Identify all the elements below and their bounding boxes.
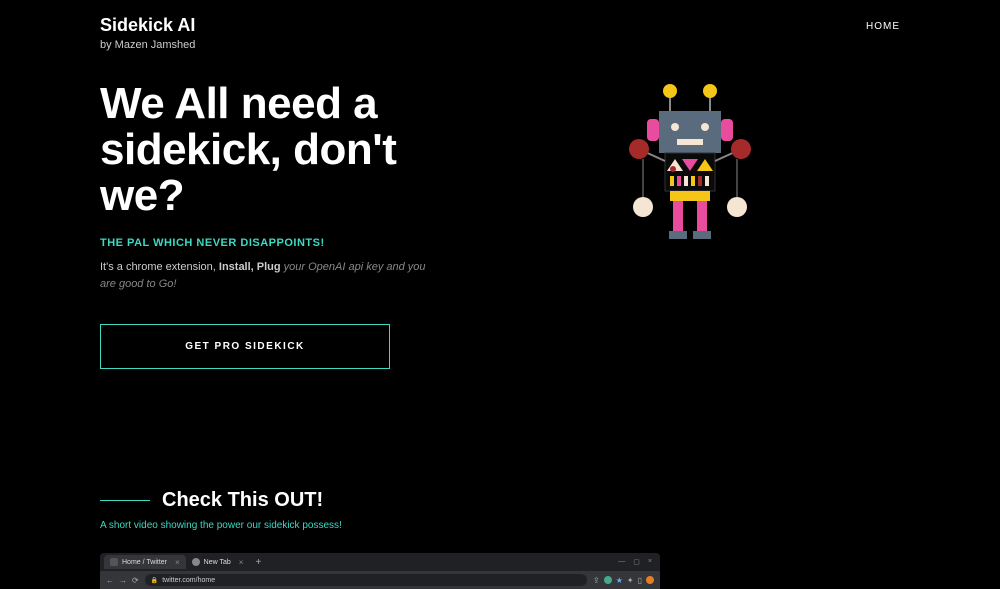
get-pro-button[interactable]: GET PRO SIDEKICK [100,324,390,369]
nav-forward-icon[interactable]: → [119,576,127,585]
browser-tab-active[interactable]: Home / Twitter × [104,555,186,569]
tab-label: Home / Twitter [122,559,167,566]
twitter-favicon-icon [110,558,118,566]
nav-home-link[interactable]: HOME [866,21,900,32]
window-controls: — ▢ × [618,558,660,566]
hero-description: It's a chrome extension, Install, Plug y… [100,259,440,292]
section-title: Check This OUT! [162,489,323,512]
site-author: by Mazen Jamshed [100,39,195,51]
new-tab-button[interactable]: + [255,557,261,568]
lock-icon: 🔒 [151,577,158,584]
url-text: twitter.com/home [162,577,215,584]
site-title: Sidekick AI [100,15,195,37]
menu-icon[interactable]: ▯ [638,576,642,585]
minimize-icon[interactable]: — [618,558,625,566]
extension-icons: ⇪ ★ ✦ ▯ [593,576,654,585]
robot-icon [615,81,765,261]
nav-back-icon[interactable]: ← [106,576,114,585]
newtab-favicon-icon [192,558,200,566]
hero-text-column: We All need a sidekick, don't we? THE PA… [100,81,440,370]
browser-tab[interactable]: New Tab × [186,555,250,569]
share-icon[interactable]: ⇪ [593,576,600,585]
video-section: Check This OUT! A short video showing th… [100,489,900,589]
nav-reload-icon[interactable]: ⟳ [132,576,139,585]
tab-close-icon[interactable]: × [239,558,244,567]
header: Sidekick AI by Mazen Jamshed HOME [100,15,900,81]
puzzle-icon[interactable]: ✦ [627,576,634,585]
hero-title: We All need a sidekick, don't we? [100,81,440,220]
desc-emphasis: Install, Plug [216,261,284,273]
url-input[interactable]: 🔒 twitter.com/home [145,574,587,586]
hero-section: We All need a sidekick, don't we? THE PA… [100,81,900,370]
tab-close-icon[interactable]: × [175,558,180,567]
profile-avatar-icon[interactable] [646,576,654,584]
browser-tab-bar: Home / Twitter × New Tab × + — ▢ × [100,553,660,571]
divider-line [100,500,150,501]
extension-icon[interactable] [604,576,612,584]
logo-block: Sidekick AI by Mazen Jamshed [100,15,195,51]
hero-illustration-column [480,81,900,370]
browser-address-bar: ← → ⟳ 🔒 twitter.com/home ⇪ ★ ✦ ▯ [100,571,660,589]
section-header: Check This OUT! [100,489,900,512]
star-icon[interactable]: ★ [616,576,623,585]
hero-tagline: THE PAL WHICH NEVER DISAPPOINTS! [100,237,440,249]
browser-mockup: Home / Twitter × New Tab × + — ▢ × ← [100,553,660,589]
section-subtitle: A short video showing the power our side… [100,520,900,531]
maximize-icon[interactable]: ▢ [633,558,640,566]
tab-label: New Tab [204,559,231,566]
close-icon[interactable]: × [648,558,652,566]
desc-prefix: It's a chrome extension, [100,261,216,273]
